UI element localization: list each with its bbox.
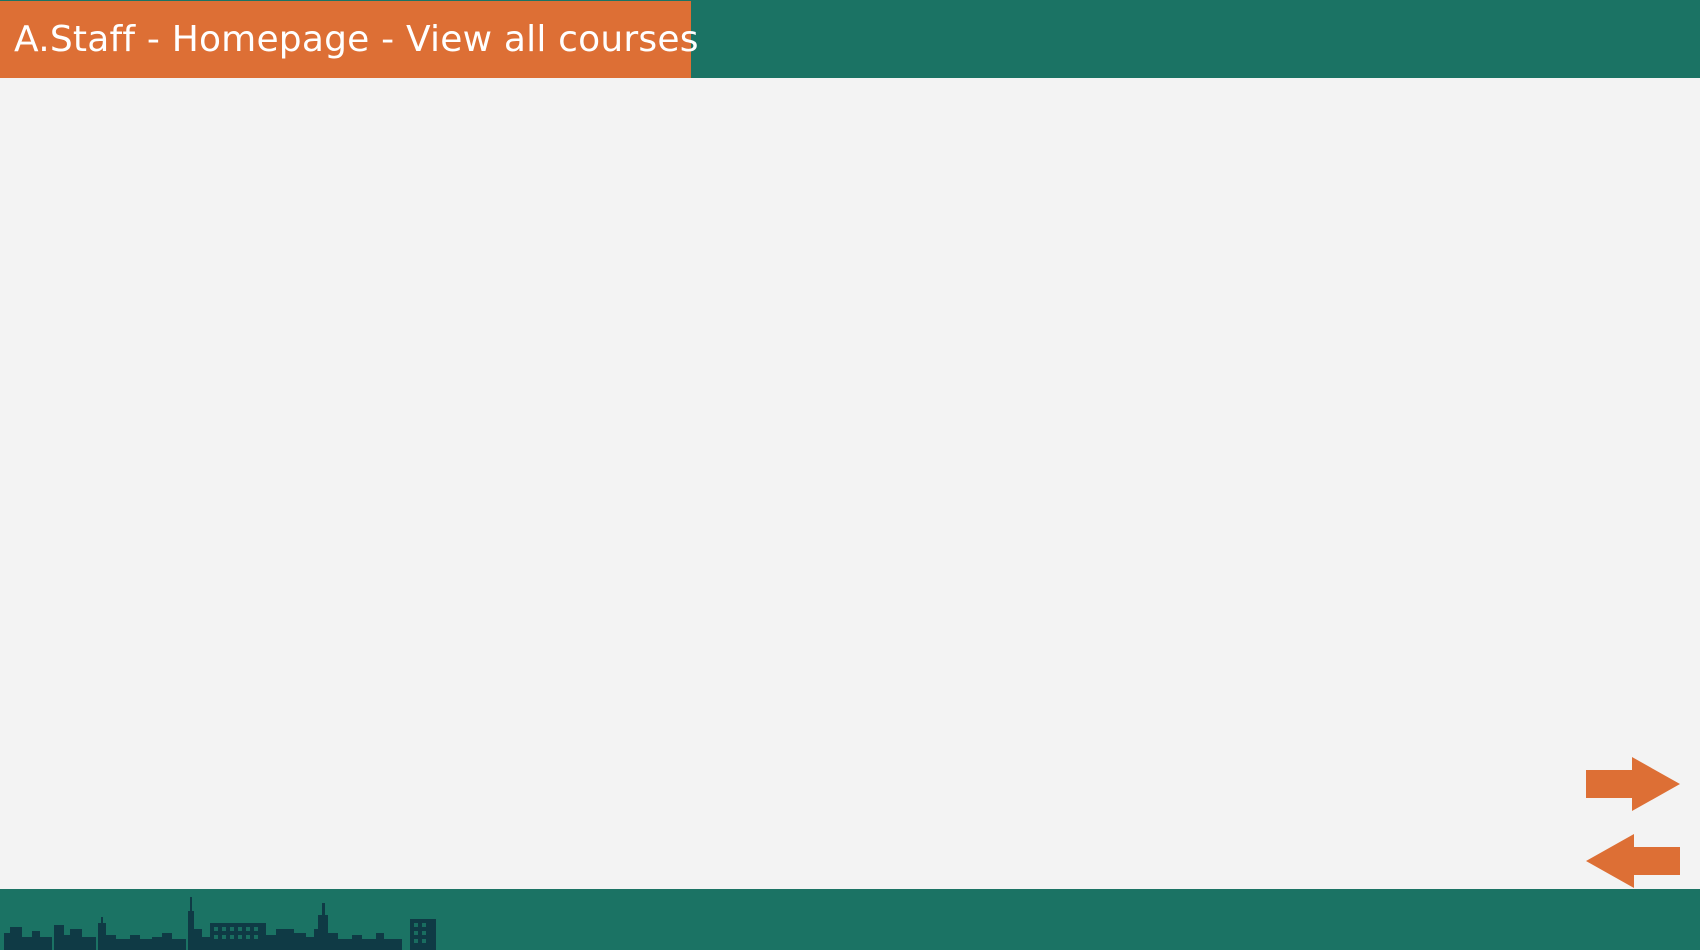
- content-area: [0, 78, 1700, 889]
- city-skyline-icon: [4, 897, 436, 950]
- arrow-right-icon: [1586, 757, 1680, 811]
- footer-bar: [0, 889, 1700, 950]
- header-bar: A.Staff - Homepage - View all courses: [0, 0, 1700, 78]
- page-title: A.Staff - Homepage - View all courses: [14, 19, 699, 60]
- next-arrow-button[interactable]: [1586, 757, 1680, 811]
- arrow-left-icon: [1586, 834, 1680, 888]
- previous-arrow-button[interactable]: [1586, 834, 1680, 888]
- title-box: A.Staff - Homepage - View all courses: [0, 1, 698, 78]
